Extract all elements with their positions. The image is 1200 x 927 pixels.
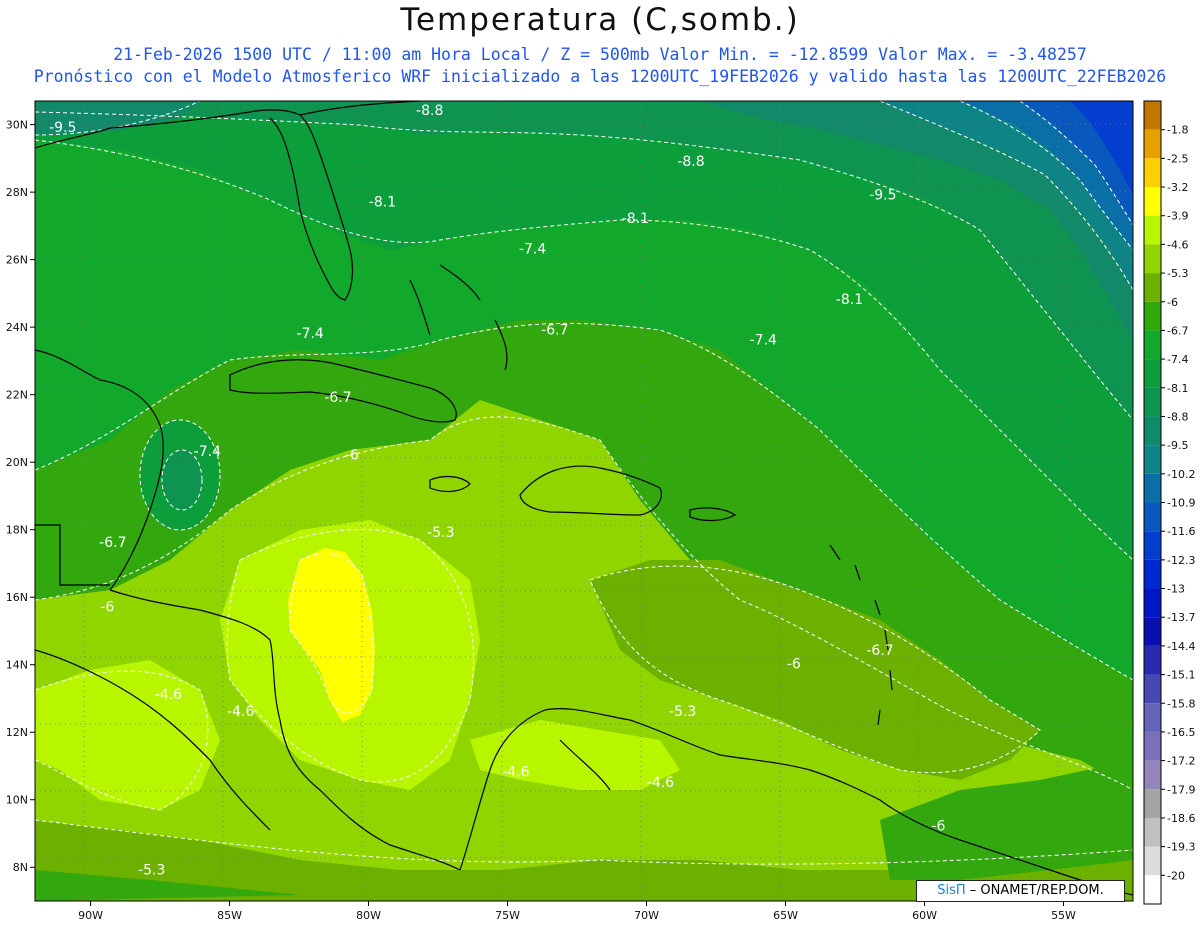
lat-tick-label: 10N	[6, 794, 28, 807]
credit-text: – ONAMET/REP.DOM.	[965, 883, 1104, 898]
contour-label: -6	[787, 657, 801, 673]
contour-label: -6	[100, 599, 114, 615]
lon-tick-label: 65W	[773, 909, 798, 922]
contour-label: -6.7	[99, 535, 126, 551]
lat-tick-label: 8N	[13, 861, 28, 874]
lon-tick-label: 80W	[356, 909, 381, 922]
contour-label: -7.4	[297, 326, 324, 342]
lat-tick-label: 16N	[6, 591, 28, 604]
contour-label: -8.8	[416, 103, 443, 119]
contour-label: -6.7	[541, 323, 568, 339]
lon-tick-label: 70W	[634, 909, 659, 922]
contour-label: -9.5	[49, 120, 76, 136]
contour-label: -4.6	[227, 704, 254, 720]
contour-label: -6.7	[866, 643, 893, 659]
contour-label: -8.1	[836, 292, 863, 308]
contour-label: -5.3	[138, 863, 165, 879]
contour-label: -6	[931, 819, 945, 835]
contour-label: -5.3	[669, 704, 696, 720]
lat-tick-label: 28N	[6, 186, 28, 199]
contour-label: -6.7	[324, 390, 351, 406]
contour-label: -7.4	[194, 444, 221, 460]
lat-tick-label: 26N	[6, 254, 28, 267]
lat-tick-label: 24N	[6, 321, 28, 334]
credit-box: SisΠ – ONAMET/REP.DOM.	[916, 880, 1125, 902]
contour-label: -4.6	[647, 775, 674, 791]
contour-label: -6	[345, 447, 359, 463]
contour-label: -8.1	[369, 194, 396, 210]
contour-label: -8.1	[622, 211, 649, 227]
sispi-logo: SisΠ	[937, 883, 966, 898]
contour-label: -4.6	[155, 687, 182, 703]
contour-label: -7.4	[750, 333, 777, 349]
lon-tick-label: 55W	[1051, 909, 1076, 922]
lon-tick-label: 90W	[78, 909, 103, 922]
contour-label: -4.6	[502, 765, 529, 781]
contour-label: -8.8	[677, 154, 704, 170]
lon-tick-label: 85W	[217, 909, 242, 922]
lon-tick-label: 60W	[912, 909, 937, 922]
contour-label: -5.3	[427, 525, 454, 541]
temperature-map: -9.5 -8.8 -8.8 -9.5 -8.1 -8.1 -8.1 -7.4 -7.4 -7.4…	[6, 100, 1134, 922]
lat-tick-label: 18N	[6, 524, 28, 537]
lat-tick-label: 14N	[6, 659, 28, 672]
lat-tick-label: 22N	[6, 389, 28, 402]
lat-tick-label: 20N	[6, 456, 28, 469]
lat-tick-label: 12N	[6, 726, 28, 739]
lon-tick-label: 75W	[495, 909, 520, 922]
contour-label: -7.4	[519, 242, 546, 258]
contour-label: -9.5	[869, 188, 896, 204]
lat-tick-label: 30N	[6, 119, 28, 132]
